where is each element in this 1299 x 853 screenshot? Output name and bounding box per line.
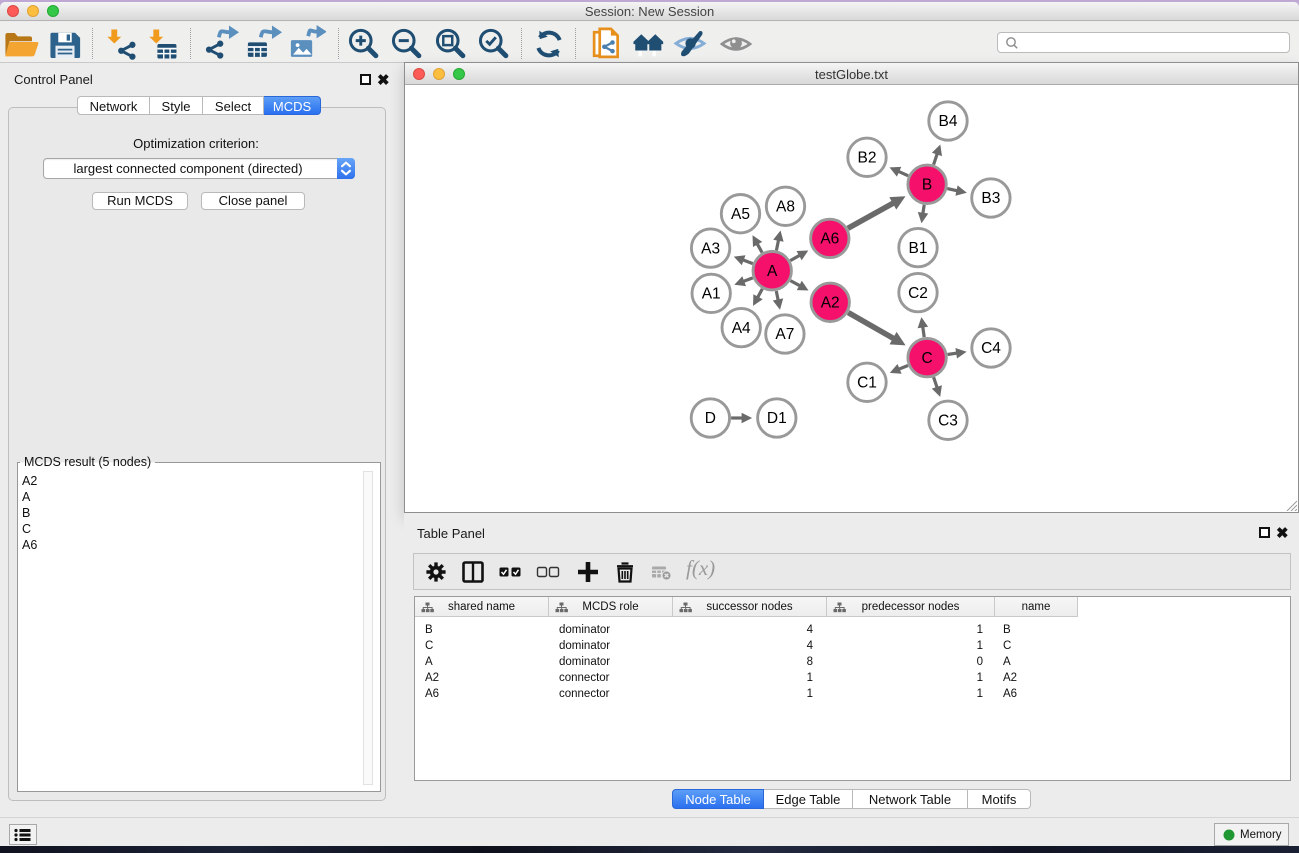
svg-text:A6: A6 (820, 231, 839, 248)
svg-text:A2: A2 (821, 295, 840, 312)
svg-text:D: D (705, 410, 716, 427)
svg-text:C1: C1 (857, 375, 877, 392)
svg-text:A: A (767, 263, 778, 280)
svg-text:A3: A3 (701, 240, 720, 257)
svg-text:C: C (921, 350, 932, 367)
svg-text:A4: A4 (732, 320, 751, 337)
svg-text:B2: B2 (858, 150, 877, 167)
svg-text:A8: A8 (776, 199, 795, 216)
svg-text:A5: A5 (731, 206, 750, 223)
svg-text:C3: C3 (938, 413, 958, 430)
svg-text:B4: B4 (939, 113, 958, 130)
svg-text:C2: C2 (908, 285, 928, 302)
svg-text:B: B (922, 177, 932, 194)
svg-text:B1: B1 (909, 240, 928, 257)
svg-text:C4: C4 (981, 340, 1001, 357)
svg-text:D1: D1 (767, 410, 787, 427)
svg-text:B3: B3 (981, 190, 1000, 207)
svg-text:A1: A1 (702, 286, 721, 303)
svg-text:A7: A7 (775, 326, 794, 343)
